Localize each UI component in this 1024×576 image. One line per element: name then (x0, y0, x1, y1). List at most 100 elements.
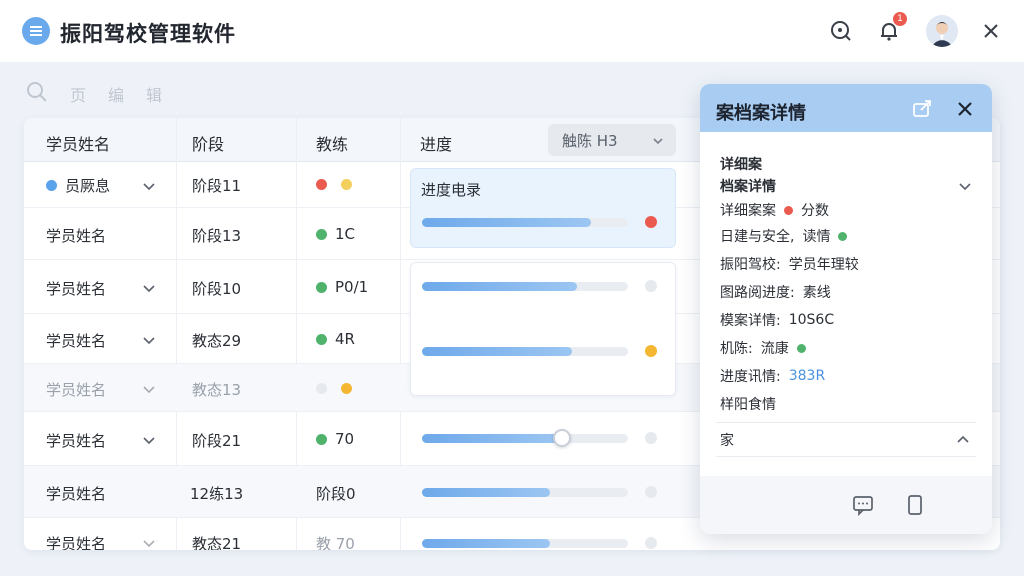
stage-cell: 教态29 (192, 332, 242, 350)
status-dot (46, 180, 57, 191)
detail-label: 图路阅进度: (720, 285, 795, 301)
menu-icon[interactable] (22, 17, 50, 45)
coach-cell: 教 70 (316, 535, 355, 550)
chevron-down-icon[interactable] (142, 332, 156, 346)
progress-fill (422, 488, 550, 497)
subsection-label: 档案详情 (720, 179, 776, 195)
detail-label: 机陈: (720, 341, 753, 357)
coach-cell: 1C (335, 225, 356, 243)
status-dot (784, 205, 793, 215)
close-icon[interactable] (978, 18, 1004, 44)
toolbar-item[interactable]: 页 (70, 82, 86, 106)
coach-cell: 70 (335, 430, 355, 448)
progress-track (422, 539, 628, 548)
detail-value: 素线 (802, 285, 831, 301)
progress-track (422, 347, 628, 356)
stage-cell: 教态13 (192, 381, 242, 399)
detail-panel-title: 案档案详情 (716, 103, 806, 124)
progress-status-dot (645, 216, 657, 228)
progress-fill (422, 347, 572, 356)
chevron-up-icon[interactable] (956, 432, 970, 451)
student-name: 学员姓名 (46, 432, 107, 450)
progress-track (422, 434, 628, 443)
detail-line: 图路阅进度: 素线 (720, 282, 831, 302)
progress-fill (422, 218, 591, 227)
stage-cell: 阶段21 (192, 432, 242, 450)
stage-cell: 教态21 (192, 535, 242, 550)
progress-card-title: 进度电录 (421, 181, 482, 199)
detail-label: 详细案案 (720, 203, 776, 219)
coach-status-dot (341, 179, 352, 190)
student-name: 学员姓名 (46, 227, 107, 245)
detail-label: 日建与安全, (720, 229, 795, 245)
student-name: 学员姓名 (46, 535, 107, 550)
app-title: 振阳驾校管理软件 (60, 22, 236, 46)
coach-status-dot (316, 228, 327, 240)
column-header-name[interactable]: 学员姓名 (46, 131, 110, 155)
progress-fill (422, 434, 562, 443)
close-icon[interactable] (956, 100, 974, 118)
student-name: 学员姓名 (46, 485, 107, 503)
coach-cell: 4R (335, 330, 355, 348)
progress-status-dot (645, 432, 657, 444)
avatar[interactable] (926, 15, 958, 47)
filter-select-value: 触陈 H3 (562, 132, 618, 150)
toolbar: 页 编 辑 (26, 80, 162, 108)
student-name: 员厥息 (65, 177, 111, 195)
column-header-coach[interactable]: 教练 (316, 131, 348, 155)
progress-slider-knob[interactable] (553, 429, 571, 447)
coach-cell: 阶段0 (316, 485, 356, 503)
search-icon[interactable] (26, 81, 48, 107)
coach-cell: P0/1 (335, 278, 369, 296)
column-header-progress[interactable]: 进度 (420, 131, 452, 155)
progress-status-dot (645, 486, 657, 498)
filter-select[interactable]: 触陈 H3 (548, 124, 676, 156)
detail-value: 383R (788, 368, 826, 384)
detail-panel-footer (700, 476, 992, 534)
detail-label: 振阳驾校: (720, 257, 781, 273)
coach-status-dot (316, 433, 327, 445)
section-label: 详细案 (720, 157, 762, 173)
progress-status-dot (645, 280, 657, 292)
chevron-down-icon[interactable] (142, 178, 156, 192)
chevron-down-icon (652, 133, 664, 151)
toolbar-item[interactable]: 辑 (146, 82, 162, 106)
detail-line: 日建与安全, 读情 (720, 226, 848, 246)
chevron-down-icon[interactable] (142, 280, 156, 294)
chevron-down-icon[interactable] (142, 432, 156, 446)
progress-track (422, 282, 628, 291)
comment-icon[interactable] (852, 494, 874, 517)
toolbar-item[interactable]: 编 (108, 82, 124, 106)
stage-cell: 阶段10 (192, 280, 242, 298)
notification-badge: 1 (893, 12, 907, 26)
stage-cell: 阶段11 (192, 177, 242, 195)
student-name: 学员姓名 (46, 280, 107, 298)
status-dot (838, 231, 848, 241)
chevron-down-icon[interactable] (958, 178, 972, 197)
coach-status-dot (316, 179, 327, 190)
detail-line: 进度讯情: 383R (720, 366, 825, 386)
bell-icon[interactable]: 1 (876, 12, 907, 44)
detail-line: 振阳驾校: 学员年理较 (720, 254, 859, 274)
share-icon[interactable] (912, 98, 934, 118)
copy-icon[interactable] (904, 494, 926, 516)
chevron-down-icon[interactable] (142, 535, 156, 549)
stage-cell: 阶段13 (192, 227, 242, 245)
search-icon[interactable] (828, 18, 854, 44)
detail-label: 模案详情: (720, 313, 781, 329)
student-name: 学员姓名 (46, 332, 107, 350)
status-dot (796, 343, 806, 353)
detail-value: 学员年理较 (788, 257, 859, 273)
coach-status-dot (316, 333, 327, 345)
progress-status-dot (645, 537, 657, 549)
progress-card[interactable]: 进度电录 (410, 168, 676, 248)
student-name: 学员姓名 (46, 381, 107, 399)
detail-extra-line: 样阳食情 (720, 397, 776, 413)
coach-status-dot (316, 383, 327, 394)
collapse-section-label: 家 (720, 433, 734, 449)
app-header: 振阳驾校管理软件 1 (0, 0, 1024, 62)
coach-status-dot (316, 281, 327, 293)
column-header-stage[interactable]: 阶段 (192, 131, 224, 155)
detail-line: 机陈: 流康 (720, 338, 806, 358)
chevron-down-icon[interactable] (142, 381, 156, 395)
